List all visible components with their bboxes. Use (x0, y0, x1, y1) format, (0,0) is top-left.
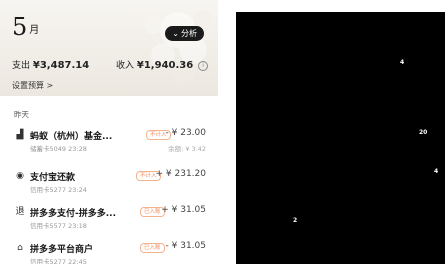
income-summary: 收入 ¥1,940.36 i (116, 58, 209, 71)
transaction-meta: 信用卡5277 22:45 (30, 258, 87, 264)
transaction-title: 支付宝还款 (30, 173, 76, 183)
transaction-title: 蚂蚁（杭州）基金... (30, 132, 113, 142)
shopping-bag-icon: ⌂ (17, 243, 23, 253)
overlay-mark: 2 (293, 217, 298, 224)
transaction-list: 昨天 ▟ 蚂蚁（杭州）基金... 不计入 - ¥ 23.00 储蓄卡5049 2… (0, 96, 218, 264)
transaction-amount: - ¥ 31.05 (165, 241, 206, 251)
trend-icon: ⌄ (172, 29, 179, 38)
transaction-balance: 余额: ¥ 3.42 (168, 145, 206, 153)
transaction-title: 拼多多平台商户 (30, 245, 94, 255)
transaction-row[interactable]: ⌂ 拼多多平台商户 已入账 - ¥ 31.05 信用卡5277 22:45 (0, 239, 218, 264)
overlay-mark: 4 (434, 168, 439, 175)
repay-icon: ◉ (16, 171, 24, 181)
income-amount: ¥1,940.36 (136, 60, 194, 71)
status-tag: 已入账 (140, 243, 165, 253)
refund-icon: 退 (15, 207, 25, 217)
expense-amount: ¥3,487.14 (32, 60, 90, 71)
day-label: 昨天 (14, 110, 29, 119)
info-icon[interactable]: i (198, 61, 209, 71)
month-header: 5月 ⌄ 分析 支出 ¥3,487.14 收入 ¥1,940.36 i 设置预算… (0, 0, 218, 96)
flower-decoration (144, 10, 213, 86)
transaction-amount: - ¥ 23.00 (165, 128, 206, 138)
transaction-meta: 储蓄卡5049 23:28 (30, 145, 87, 153)
set-budget-link[interactable]: 设置预算 > (12, 80, 53, 91)
transaction-meta: 信用卡5277 23:24 (30, 186, 87, 194)
transaction-meta: 信用卡5577 23:18 (30, 222, 87, 230)
income-label: 收入 (116, 61, 135, 71)
transaction-row[interactable]: ◉ 支付宝还款 不计入 + ¥ 231.20 信用卡5277 23:24 (0, 167, 218, 197)
month-title[interactable]: 5月 (12, 13, 39, 41)
transaction-title: 拼多多支付-拼多多... (30, 209, 116, 219)
dark-overlay-panel: 4 20 4 2 (236, 12, 445, 264)
phone-screen: 5月 ⌄ 分析 支出 ¥3,487.14 收入 ¥1,940.36 i 设置预算… (0, 0, 218, 264)
transaction-amount: + ¥ 231.20 (155, 169, 206, 179)
expense-summary: 支出 ¥3,487.14 (12, 58, 89, 71)
transaction-amount: + ¥ 31.05 (161, 205, 206, 215)
overlay-mark: 4 (400, 59, 405, 66)
analyze-button[interactable]: ⌄ 分析 (165, 26, 204, 41)
analyze-label: 分析 (181, 29, 197, 38)
expense-label: 支出 (12, 61, 31, 71)
transaction-row[interactable]: ▟ 蚂蚁（杭州）基金... 不计入 - ¥ 23.00 储蓄卡5049 23:2… (0, 126, 218, 156)
transaction-row[interactable]: 退 拼多多支付-拼多多... 已入账 + ¥ 31.05 信用卡5577 23:… (0, 203, 218, 233)
month-number: 5 (12, 13, 28, 41)
fund-icon: ▟ (16, 130, 24, 140)
month-unit: 月 (29, 25, 40, 36)
overlay-mark: 20 (419, 129, 428, 136)
